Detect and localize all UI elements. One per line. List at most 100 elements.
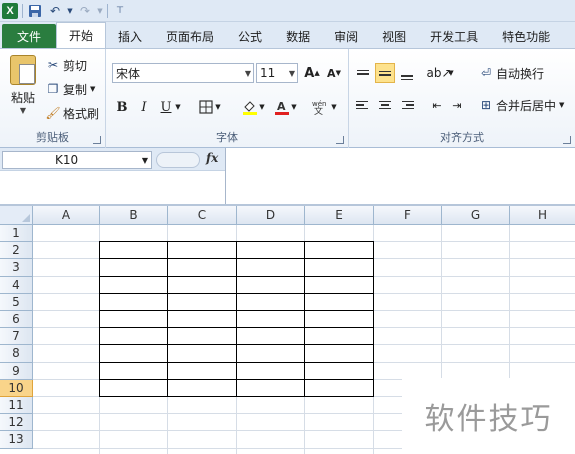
align-top-button[interactable] (353, 63, 373, 83)
tab-view[interactable]: 视图 (370, 24, 418, 48)
column-header-b[interactable]: B (100, 206, 168, 225)
cut-button[interactable]: ✂ 剪切 (46, 55, 87, 75)
row-header-12[interactable]: 12 (0, 414, 33, 432)
align-middle-button[interactable] (375, 63, 395, 83)
tab-formulas[interactable]: 公式 (226, 24, 274, 48)
column-header-a[interactable]: A (33, 206, 100, 225)
cell-border (99, 344, 374, 346)
orientation-dropdown-icon[interactable]: ▼ (447, 63, 455, 83)
bold-button[interactable]: B (112, 97, 132, 117)
clipboard-launcher-icon[interactable] (93, 136, 101, 144)
tab-home[interactable]: 开始 (56, 22, 107, 48)
column-header-h[interactable]: H (510, 206, 575, 225)
merge-center-button[interactable]: ⊞ 合并后居中 ▼ (479, 95, 564, 115)
tab-file[interactable]: 文件 (2, 24, 56, 48)
fill-color-dropdown-icon[interactable]: ▼ (258, 97, 266, 117)
column-header-f[interactable]: F (374, 206, 442, 225)
column-header-g[interactable]: G (442, 206, 510, 225)
row-header-4[interactable]: 4 (0, 276, 33, 294)
insert-function-icon[interactable]: fx (206, 151, 218, 165)
fill-color-button[interactable] (240, 97, 260, 117)
row-header-3[interactable]: 3 (0, 259, 33, 277)
borders-button[interactable] (196, 97, 216, 117)
tab-insert[interactable]: 插入 (106, 24, 154, 48)
copy-dropdown-icon[interactable]: ▼ (90, 85, 95, 93)
tab-special-features[interactable]: 特色功能 (490, 24, 562, 48)
increase-indent-button[interactable]: ⇥ (447, 95, 467, 115)
formula-bar-expander[interactable] (156, 152, 200, 168)
undo-dropdown-icon[interactable]: ▼ (67, 3, 73, 19)
row-header-2[interactable]: 2 (0, 242, 33, 260)
format-painter-button[interactable]: 🖌 格式刷 (45, 103, 99, 123)
row-header-9[interactable]: 9 (0, 362, 33, 380)
row-header-5[interactable]: 5 (0, 293, 33, 311)
row-header-13[interactable]: 13 (0, 431, 33, 449)
cell-border (99, 361, 374, 363)
paste-dropdown-icon[interactable]: ▼ (20, 106, 26, 115)
align-left-button[interactable] (353, 95, 373, 115)
font-name-dropdown-icon[interactable]: ▼ (245, 69, 251, 78)
save-icon[interactable] (27, 3, 43, 19)
underline-dropdown-icon[interactable]: ▼ (174, 97, 182, 117)
grow-font-button[interactable]: A ▲ (302, 63, 322, 83)
cell-border (99, 327, 374, 329)
copy-icon: ❐ (47, 82, 59, 96)
font-color-dropdown-icon[interactable]: ▼ (290, 97, 298, 117)
tab-page-layout[interactable]: 页面布局 (154, 24, 226, 48)
tab-developer[interactable]: 开发工具 (418, 24, 490, 48)
column-header-c[interactable]: C (168, 206, 237, 225)
grow-font-icon: A (304, 65, 315, 81)
svg-text:文: 文 (314, 105, 323, 115)
row-header-8[interactable]: 8 (0, 345, 33, 363)
copy-button[interactable]: ❐ 复制 ▼ (46, 79, 96, 99)
alignment-launcher-icon[interactable] (563, 136, 571, 144)
font-size-dropdown-icon[interactable]: ▼ (289, 69, 295, 78)
orientation-button[interactable]: ab↗ (426, 63, 451, 83)
font-size-combo[interactable]: 11 ▼ (256, 63, 298, 83)
row-header-10[interactable]: 10 (0, 379, 33, 397)
name-box[interactable]: K10 ▼ (2, 151, 152, 169)
wrap-text-icon: ⏎ (480, 66, 492, 80)
italic-button[interactable]: I (134, 97, 154, 117)
row-header-11[interactable]: 11 (0, 397, 33, 415)
ribbon-tabs: 文件 开始 插入 页面布局 公式 数据 审阅 视图 开发工具 特色功能 (0, 22, 575, 48)
align-right-button[interactable] (397, 95, 417, 115)
font-launcher-icon[interactable] (336, 136, 344, 144)
ribbon: 粘贴 ▼ ✂ 剪切 ❐ 复制 ▼ 🖌 格式刷 剪贴板 宋体 ▼ 11 ▼ A▲ (0, 48, 575, 148)
cell-border (99, 292, 374, 294)
svg-text:A: A (277, 100, 286, 113)
font-name-combo[interactable]: 宋体 ▼ (112, 63, 254, 83)
tab-data[interactable]: 数据 (274, 24, 322, 48)
undo-icon[interactable]: ↶ (47, 3, 63, 19)
shrink-font-icon: A (327, 66, 336, 80)
tab-review[interactable]: 审阅 (322, 24, 370, 48)
name-box-dropdown-icon[interactable]: ▼ (142, 156, 148, 165)
font-color-button[interactable]: A (272, 97, 292, 117)
paste-icon (10, 55, 36, 85)
customize-qat-icon[interactable]: ⊤ (112, 3, 128, 19)
cell-border (304, 241, 305, 397)
merge-center-dropdown-icon[interactable]: ▼ (559, 101, 564, 109)
redo-dropdown-icon[interactable]: ▼ (97, 3, 103, 19)
align-center-button[interactable] (375, 95, 395, 115)
phonetic-icon: wén文 (312, 100, 326, 115)
borders-dropdown-icon[interactable]: ▼ (214, 97, 222, 117)
formula-input[interactable] (225, 148, 575, 204)
column-header-d[interactable]: D (237, 206, 305, 225)
brush-icon: 🖌 (45, 106, 61, 120)
shrink-font-button[interactable]: A ▼ (324, 63, 344, 83)
row-header-7[interactable]: 7 (0, 328, 33, 346)
phonetic-guide-button[interactable]: wén 文 (310, 97, 330, 117)
paste-label: 粘贴 (10, 91, 35, 105)
column-header-e[interactable]: E (305, 206, 374, 225)
row-header-6[interactable]: 6 (0, 311, 33, 329)
phonetic-dropdown-icon[interactable]: ▼ (330, 97, 338, 117)
decrease-indent-button[interactable]: ⇤ (427, 95, 447, 115)
align-bottom-button[interactable] (397, 63, 417, 83)
select-all-button[interactable] (0, 206, 33, 225)
redo-icon[interactable]: ↷ (77, 3, 93, 19)
paste-button[interactable]: 粘贴 ▼ (6, 55, 40, 117)
row-header-1[interactable]: 1 (0, 225, 33, 243)
wrap-text-button[interactable]: ⏎ 自动换行 (479, 63, 544, 83)
underline-button[interactable]: U (156, 97, 176, 117)
